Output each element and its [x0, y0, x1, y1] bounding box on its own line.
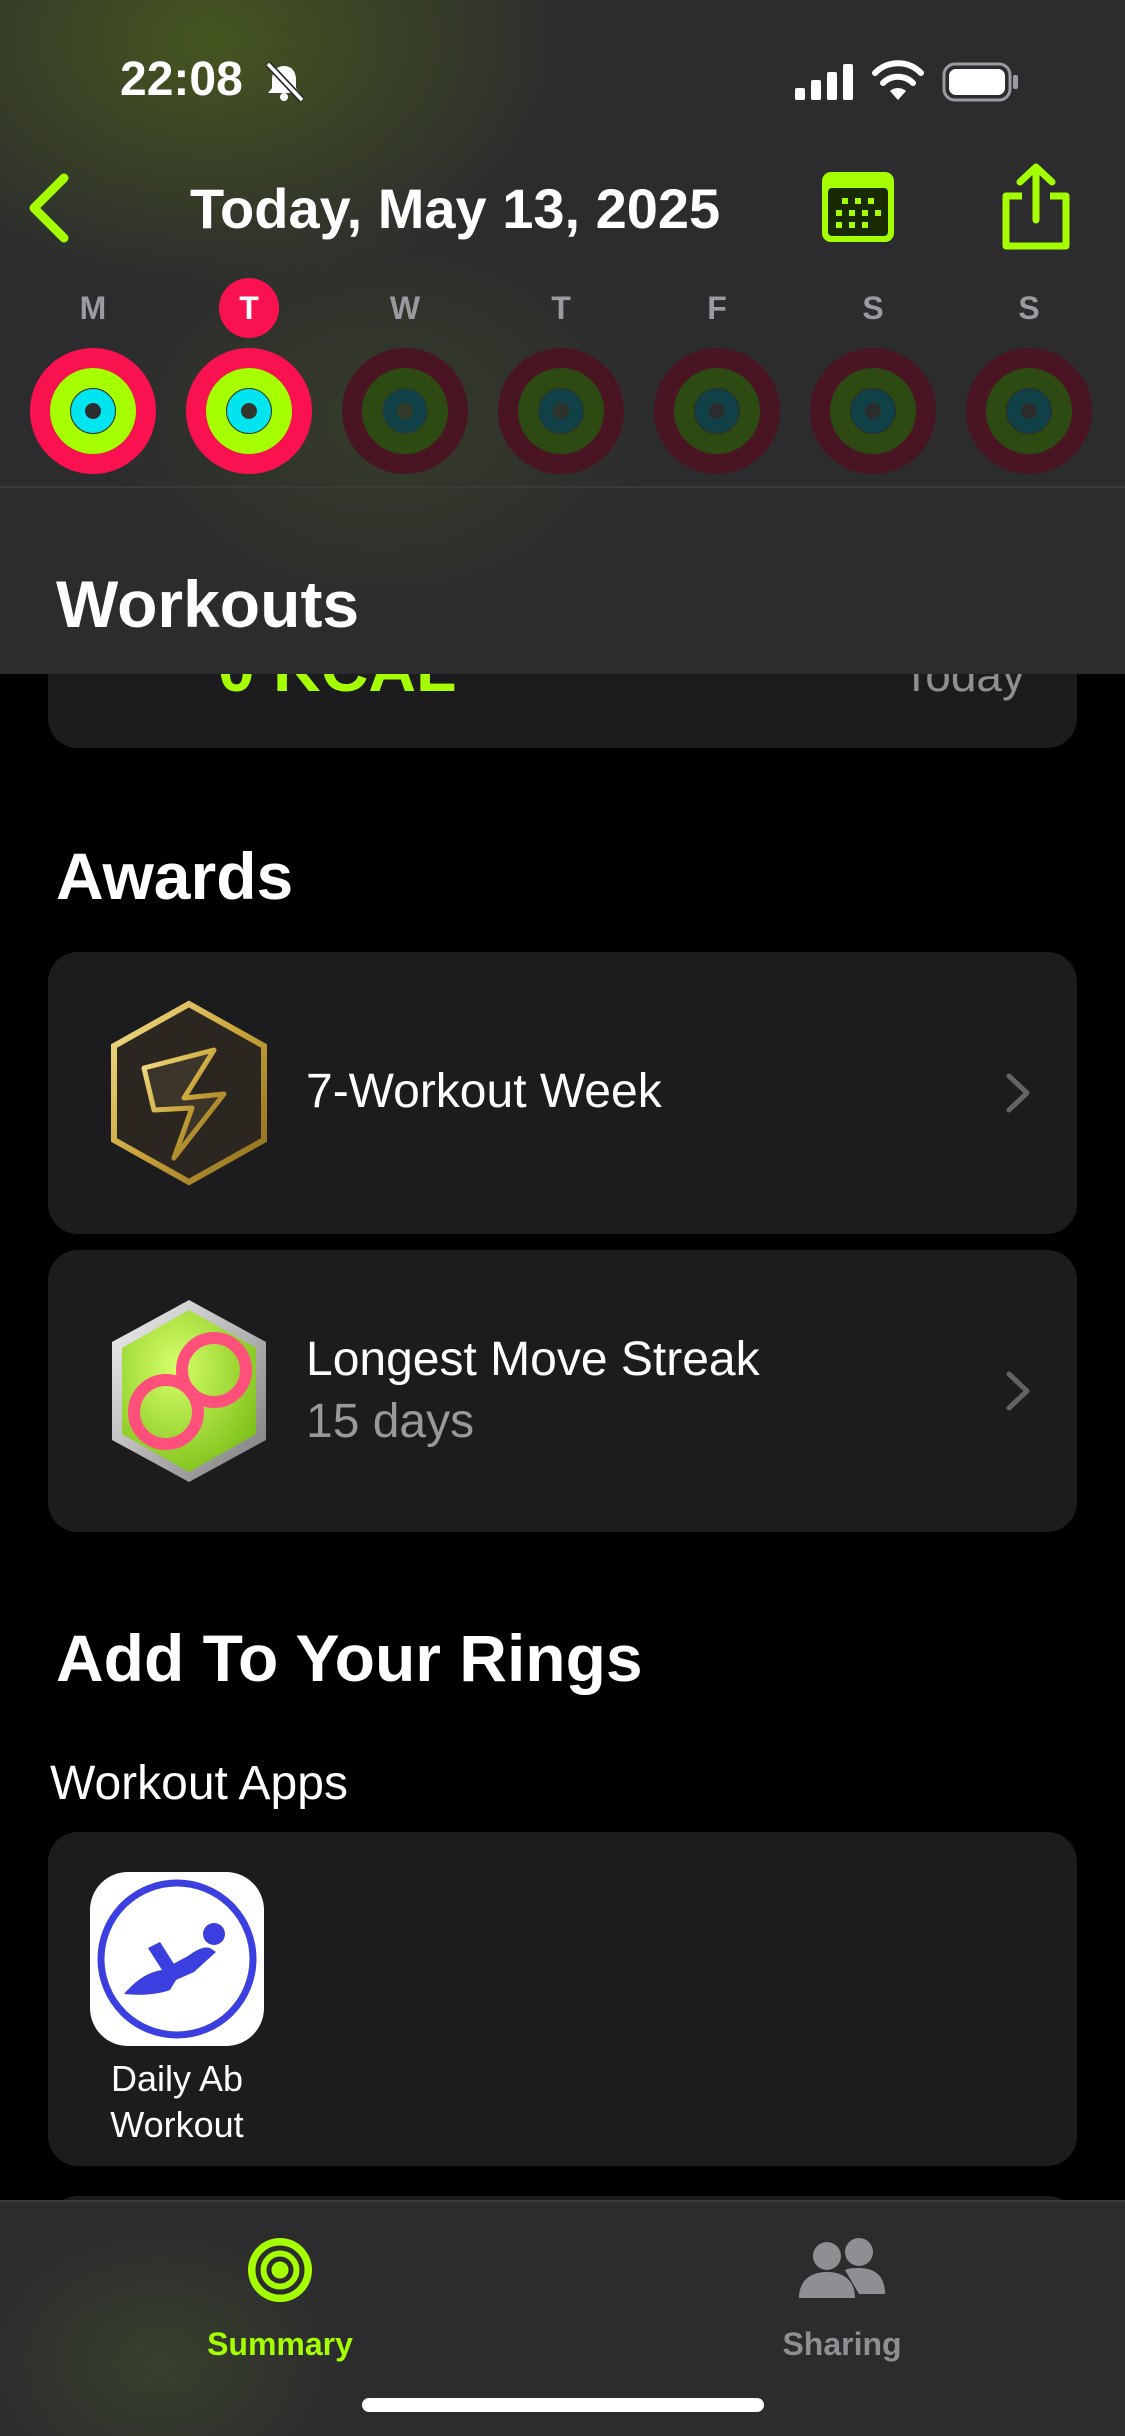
tab-label: Summary — [207, 2326, 353, 2362]
share-icon[interactable] — [998, 162, 1074, 252]
cellular-signal-icon — [795, 64, 853, 100]
add-to-rings-heading: Add To Your Rings — [56, 1621, 643, 1695]
day-letter-sun: S — [1018, 290, 1040, 326]
wifi-icon — [872, 60, 924, 100]
tab-summary[interactable]: Summary — [140, 2222, 420, 2372]
activity-rings-mon[interactable] — [30, 348, 156, 474]
situp-figure-icon — [97, 1879, 257, 2039]
award-row-longest-move-streak[interactable]: Longest Move Streak 15 days — [48, 1250, 1077, 1532]
date-title: Today, May 13, 2025 — [190, 177, 721, 240]
seven-workout-week-badge-icon — [111, 1000, 267, 1186]
day-letter-wed: W — [389, 290, 421, 326]
day-letter-tue: T — [239, 290, 259, 326]
daily-ab-workout-app-icon[interactable] — [90, 1872, 264, 2046]
activity-rings-fri[interactable] — [654, 348, 780, 474]
workouts-heading: Workouts — [56, 567, 360, 641]
activity-rings-sun[interactable] — [966, 348, 1092, 474]
app-label: Daily Ab Workout — [110, 2058, 244, 2145]
back-chevron-icon[interactable] — [22, 170, 74, 246]
status-time: 22:08 — [120, 53, 243, 106]
header-divider — [0, 486, 1125, 488]
home-indicator[interactable] — [362, 2398, 764, 2412]
header: 22:08 Today, May 13, 2025 M T W T F S S … — [0, 0, 1125, 674]
award-row-7-workout-week[interactable]: 7-Workout Week — [48, 952, 1077, 1234]
award-subtitle: 15 days — [306, 1395, 475, 1448]
award-title: 7-Workout Week — [306, 1065, 662, 1118]
sharing-people-icon — [799, 2238, 885, 2298]
battery-icon — [942, 62, 1018, 102]
chevron-right-icon — [1006, 1371, 1030, 1411]
calendar-icon[interactable] — [820, 170, 896, 244]
award-title: Longest Move Streak — [306, 1333, 760, 1386]
day-letter-mon: M — [79, 290, 107, 326]
awards-heading: Awards — [56, 839, 294, 913]
tab-sharing[interactable]: Sharing — [702, 2222, 982, 2372]
activity-rings-wed[interactable] — [342, 348, 468, 474]
day-letter-sat: S — [862, 290, 884, 326]
activity-rings-sat[interactable] — [810, 348, 936, 474]
workout-apps-subheading: Workout Apps — [50, 1757, 348, 1810]
tab-label: Sharing — [782, 2326, 902, 2362]
activity-rings-thu[interactable] — [498, 348, 624, 474]
summary-rings-icon — [248, 2238, 312, 2302]
day-letter-fri: F — [707, 290, 727, 326]
activity-rings-tue[interactable] — [186, 348, 312, 474]
day-letter-thu: T — [551, 290, 571, 326]
silent-bell-icon — [265, 61, 305, 103]
longest-move-streak-badge-icon — [112, 1300, 266, 1482]
chevron-right-icon — [1006, 1073, 1030, 1113]
